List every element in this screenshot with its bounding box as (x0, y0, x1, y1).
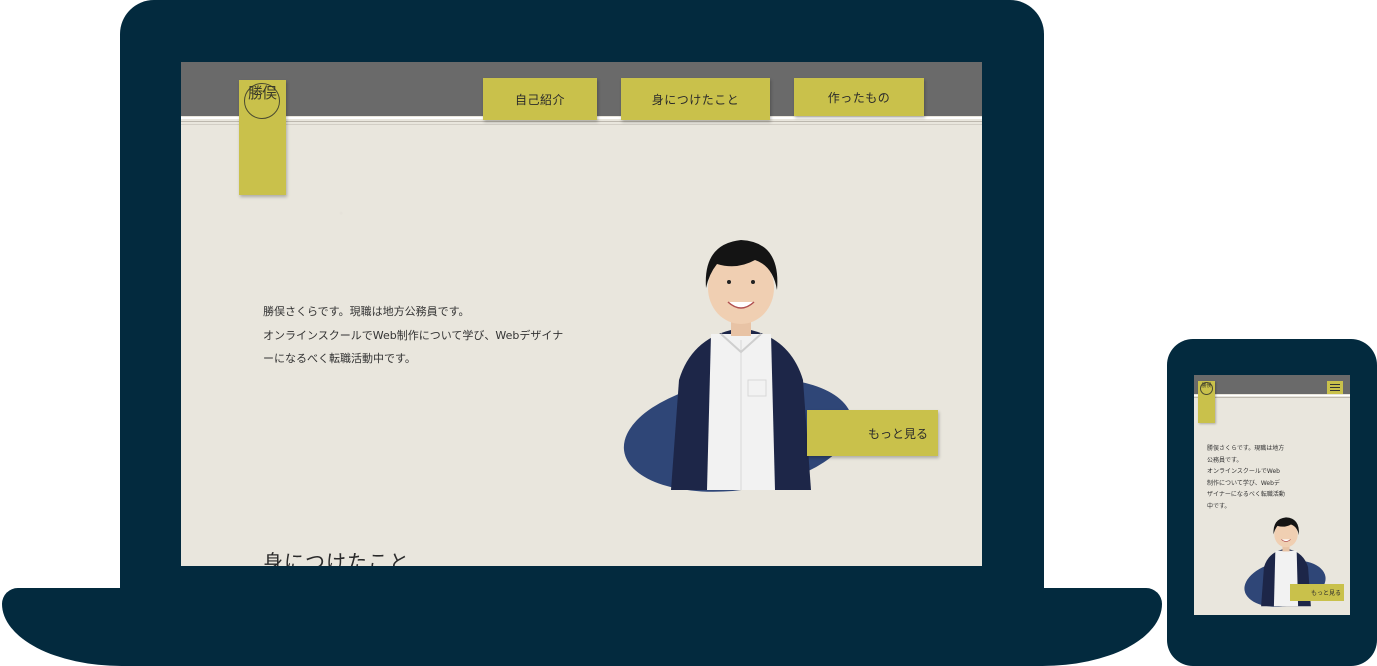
section-heading-skills: 身につけたこと (263, 550, 410, 566)
intro-text: 勝俣さくらです。現職は地方公務員です。 オンラインスクールでWeb制作について学… (263, 300, 593, 371)
intro-line: オンラインスクールでWeb制作について学び、Webデザイナ (263, 328, 564, 342)
intro-line: 勝俣さくらです。現職は地方公務員です。 (263, 305, 470, 318)
mobile-intro-text: 勝俣さくらです。現職は地方 公務員です。 オンラインスクールでWeb 制作につい… (1207, 443, 1289, 512)
profile-photo (671, 240, 811, 490)
nav-skills-button[interactable]: 身につけたこと (621, 78, 770, 120)
mobile-screen: 勝俣 勝俣さくらです。現職は地方 公務員です。 オンラインスクールでWeb 制作… (1194, 375, 1350, 615)
mobile-more-button[interactable]: もっと見る (1290, 584, 1344, 601)
mobile-intro-line: 勝俣さくらです。現職は地方 (1207, 445, 1285, 452)
more-button[interactable]: もっと見る (807, 410, 938, 456)
hamburger-menu-icon[interactable] (1327, 381, 1343, 394)
laptop-base (2, 588, 1162, 666)
mobile-intro-line: 公務員です。 (1207, 456, 1243, 464)
nav-about-button[interactable]: 自己紹介 (483, 78, 597, 120)
desktop-screen: 勝俣 自己紹介 身につけたこと 作ったもの 勝俣さくらです。現職は地方公務員です… (181, 62, 982, 566)
mobile-logo-mark: 勝俣 (1200, 382, 1213, 395)
intro-line: ーになるべく転職活動中です。 (263, 352, 416, 365)
mobile-intro-line: 制作について学び、Webデ (1207, 479, 1280, 487)
mobile-header-divider (1194, 394, 1350, 399)
nav-works-button[interactable]: 作ったもの (794, 78, 924, 116)
mobile-intro-line: オンラインスクールでWeb (1207, 468, 1280, 475)
mobile-intro-line: 中です。 (1207, 502, 1231, 510)
logo-tag[interactable]: 勝俣 (239, 80, 286, 195)
mobile-intro-line: ザイナーになるべく転職活動 (1207, 491, 1285, 498)
logo-mark: 勝俣 (244, 83, 280, 119)
mobile-logo-tag[interactable]: 勝俣 (1198, 381, 1215, 423)
